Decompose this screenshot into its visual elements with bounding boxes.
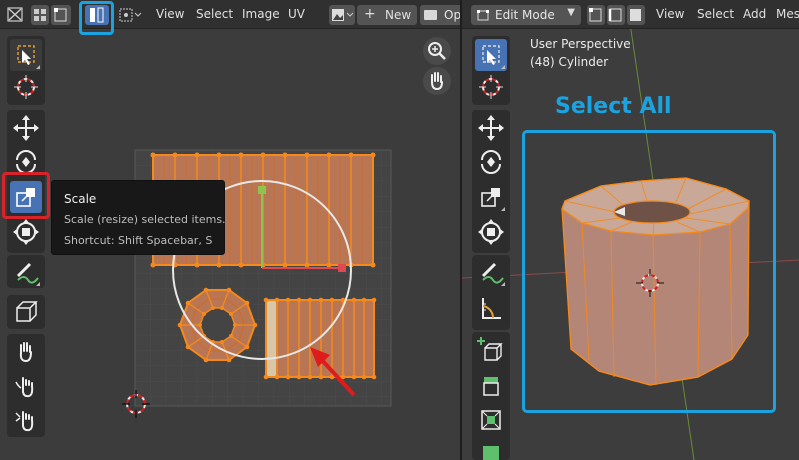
menu-mesh[interactable]: Mesh xyxy=(776,7,799,21)
uv-editor-header: View Select Image UV + New Ope xyxy=(0,0,460,29)
viewport-tool-inset[interactable] xyxy=(475,404,507,436)
menu-view[interactable]: View xyxy=(156,7,184,21)
tool-variants-indicator xyxy=(501,207,505,211)
tool-variants-indicator xyxy=(36,282,40,286)
edge-select-mode-icon[interactable] xyxy=(607,5,625,25)
uv-editor-panel: View Select Image UV + New Ope xyxy=(0,0,460,460)
uv-toolbar-group-annotate xyxy=(7,255,45,288)
pan-hand-icon[interactable] xyxy=(423,67,451,95)
new-image-button[interactable]: + New xyxy=(357,5,417,25)
scale-tooltip: Scale Scale (resize) selected items. Sho… xyxy=(51,180,226,255)
sync-selection-icon[interactable] xyxy=(31,5,49,25)
chevron-down-icon: ▼ xyxy=(567,7,575,18)
viewport-tool-select-box[interactable] xyxy=(475,39,507,71)
viewport-tool-bevel[interactable] xyxy=(475,438,507,460)
viewport-tool-add-cube[interactable] xyxy=(475,334,507,366)
tooltip-title: Scale xyxy=(64,192,97,206)
viewport-tool-move[interactable] xyxy=(475,112,507,144)
viewport-3d-panel: Edit Mode ▼ View Select Add Mesh xyxy=(462,0,799,460)
new-image-label: New xyxy=(385,8,412,22)
face-select-mode-icon[interactable] xyxy=(627,5,645,25)
vertex-select-icon[interactable] xyxy=(51,5,71,25)
plus-icon: + xyxy=(364,6,376,22)
editor-type-icon[interactable] xyxy=(6,5,24,25)
uv-tool-grab[interactable] xyxy=(10,336,42,368)
select-all-annotation: Select All xyxy=(555,94,672,119)
viewport-tool-extrude[interactable] xyxy=(475,369,507,401)
uv-toolbar-group-sculpt xyxy=(7,334,45,437)
uv-tool-pinch[interactable] xyxy=(10,404,42,436)
viewport-tool-cursor[interactable] xyxy=(475,71,507,103)
highlight-scale-tool xyxy=(2,172,50,219)
uv-tool-transform-box[interactable] xyxy=(10,296,42,328)
mode-label: Edit Mode xyxy=(495,8,555,22)
uv-tool-annotate[interactable] xyxy=(10,256,42,288)
menu-uv[interactable]: UV xyxy=(288,7,305,21)
tooltip-description: Scale (resize) selected items. xyxy=(64,213,226,226)
tooltip-shortcut: Shortcut: Shift Spacebar, S xyxy=(64,234,213,247)
menu-add[interactable]: Add xyxy=(743,7,766,21)
tool-variants-indicator xyxy=(501,65,505,69)
menu-view[interactable]: View xyxy=(656,7,684,21)
highlight-selected-mesh xyxy=(522,130,776,413)
mode-dropdown[interactable]: Edit Mode ▼ xyxy=(471,5,581,25)
viewport-toolbar-group-transform xyxy=(472,110,510,253)
uv-tool-transform[interactable] xyxy=(10,216,42,248)
viewport-tool-annotate[interactable] xyxy=(475,256,507,288)
viewport-toolbar-group-annotate xyxy=(472,255,510,330)
edit-mode-icon xyxy=(477,10,489,21)
viewport-tool-rotate[interactable] xyxy=(475,146,507,178)
tool-variants-indicator xyxy=(36,65,40,69)
zoom-icon[interactable] xyxy=(423,37,451,65)
object-info: (48) Cylinder xyxy=(530,55,609,69)
open-image-button[interactable]: Ope xyxy=(420,5,460,25)
viewport-tool-transform[interactable] xyxy=(475,216,507,248)
viewport-tool-scale[interactable] xyxy=(475,181,507,213)
menu-image[interactable]: Image xyxy=(242,7,280,21)
uv-tool-relax[interactable] xyxy=(10,370,42,402)
folder-icon xyxy=(424,10,437,20)
uv-toolbar-group-box xyxy=(7,295,45,329)
view-name: User Perspective xyxy=(530,37,631,51)
uv-toolbar-group-select xyxy=(7,36,45,105)
vertex-select-mode-icon[interactable] xyxy=(587,5,605,25)
viewport-header: Edit Mode ▼ View Select Add Mesh xyxy=(462,0,799,29)
menu-select[interactable]: Select xyxy=(196,7,233,21)
uv-tool-move[interactable] xyxy=(10,112,42,144)
uv-tool-cursor[interactable] xyxy=(10,71,42,103)
viewport-tool-measure[interactable] xyxy=(475,292,507,324)
viewport-toolbar-group-select xyxy=(472,36,510,105)
viewport-toolbar-group-mesh xyxy=(472,332,510,460)
uv-tool-select-box[interactable] xyxy=(10,39,42,71)
image-browse-icon[interactable] xyxy=(329,5,355,25)
open-image-label: Ope xyxy=(444,8,460,22)
tool-variants-indicator xyxy=(501,282,505,286)
sticky-select-icon[interactable] xyxy=(117,5,143,25)
menu-select[interactable]: Select xyxy=(697,7,734,21)
